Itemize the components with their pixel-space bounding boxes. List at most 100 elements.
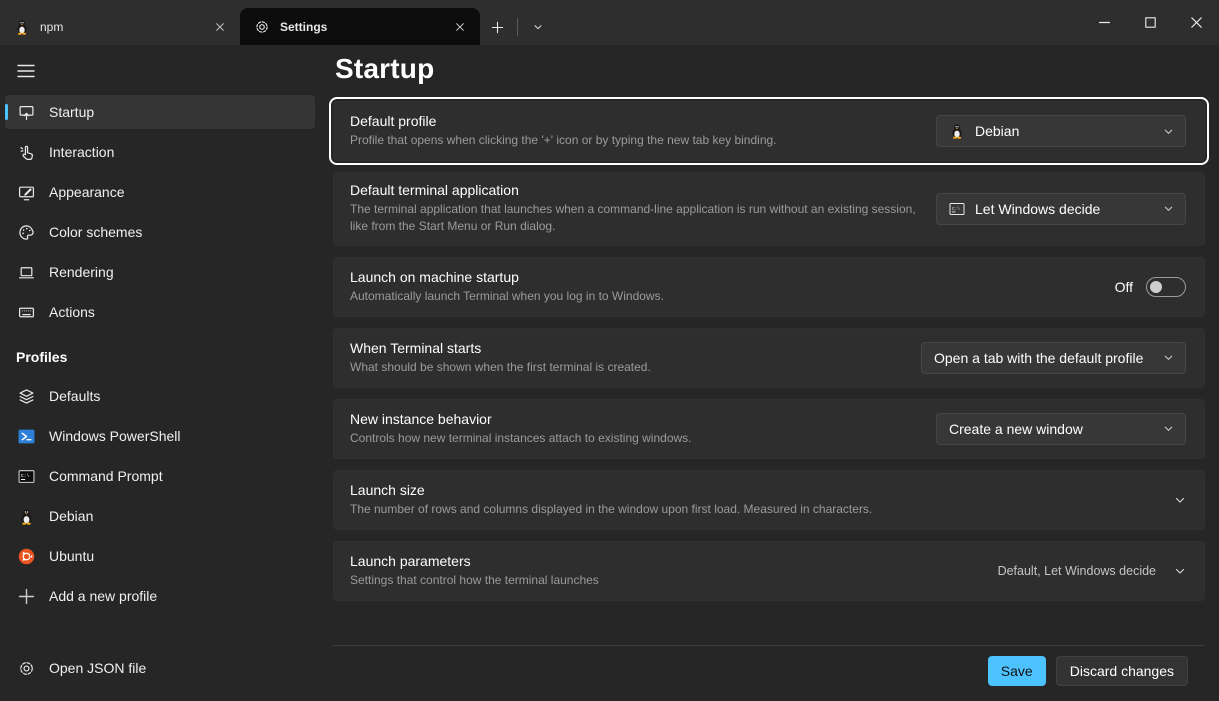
setting-subtitle: The number of rows and columns displayed… bbox=[350, 501, 940, 518]
dropdown-value: Debian bbox=[975, 123, 1019, 139]
toggle-state-label: Off bbox=[1115, 279, 1133, 295]
sidebar-item-label: Startup bbox=[49, 104, 94, 120]
page-title: Startup bbox=[335, 53, 1205, 85]
sidebar-item-ubuntu[interactable]: Ubuntu bbox=[5, 539, 315, 573]
tab-dropdown-button[interactable] bbox=[523, 13, 553, 41]
sidebar-item-debian[interactable]: Debian bbox=[5, 499, 315, 533]
expander-chevron-down-icon[interactable] bbox=[1174, 494, 1186, 506]
open-json-file-button[interactable]: Open JSON file bbox=[5, 651, 315, 685]
chevron-down-icon bbox=[1163, 352, 1174, 363]
setting-row-launch-on-machine-startup[interactable]: Launch on machine startup Automatically … bbox=[333, 257, 1205, 317]
sidebar-item-interaction[interactable]: Interaction bbox=[5, 135, 315, 169]
default-terminal-application-dropdown[interactable]: C:\ Let Windows decide bbox=[936, 193, 1186, 225]
setting-title: Launch on machine startup bbox=[350, 269, 1095, 285]
actions-icon bbox=[16, 302, 36, 322]
minimize-icon bbox=[1099, 17, 1110, 28]
sidebar-item-appearance[interactable]: Appearance bbox=[5, 175, 315, 209]
close-icon bbox=[1191, 17, 1202, 28]
save-button[interactable]: Save bbox=[988, 656, 1046, 686]
window-controls bbox=[1081, 0, 1219, 45]
titlebar-drag-region bbox=[555, 0, 1081, 45]
chevron-down-icon bbox=[1163, 126, 1174, 137]
terminal-window-icon: C:\ bbox=[949, 201, 965, 217]
dropdown-value: Open a tab with the default profile bbox=[934, 350, 1143, 366]
setting-row-new-instance-behavior[interactable]: New instance behavior Controls how new t… bbox=[333, 399, 1205, 459]
when-terminal-starts-dropdown[interactable]: Open a tab with the default profile bbox=[921, 342, 1186, 374]
sidebar-item-actions[interactable]: Actions bbox=[5, 295, 315, 329]
sidebar-item-add-new-profile[interactable]: Add a new profile bbox=[5, 579, 315, 613]
minimize-button[interactable] bbox=[1081, 0, 1127, 45]
close-tab-icon[interactable] bbox=[448, 15, 472, 39]
chevron-down-icon bbox=[1163, 423, 1174, 434]
ubuntu-icon bbox=[16, 546, 36, 566]
launch-on-startup-toggle[interactable] bbox=[1146, 277, 1186, 297]
sidebar-item-defaults[interactable]: Defaults bbox=[5, 379, 315, 413]
setting-title: Launch size bbox=[350, 482, 1154, 498]
gear-icon bbox=[254, 19, 270, 35]
sidebar-item-label: Color schemes bbox=[49, 224, 142, 240]
sidebar-item-label: Actions bbox=[49, 304, 95, 320]
settings-sidebar: Startup Interaction Appearance bbox=[0, 45, 320, 701]
maximize-icon bbox=[1145, 17, 1156, 28]
chevron-down-icon bbox=[533, 22, 543, 32]
setting-row-when-terminal-starts[interactable]: When Terminal starts What should be show… bbox=[333, 328, 1205, 388]
sidebar-item-label: Defaults bbox=[49, 388, 100, 404]
setting-row-launch-parameters[interactable]: Launch parameters Settings that control … bbox=[333, 541, 1205, 601]
layers-icon bbox=[16, 386, 36, 406]
tab-bar: npm Settings bbox=[0, 0, 555, 45]
new-tab-button[interactable] bbox=[482, 13, 512, 41]
tab-npm[interactable]: npm bbox=[0, 8, 240, 45]
save-bar: Save Discard changes bbox=[333, 645, 1205, 701]
close-tab-icon[interactable] bbox=[208, 15, 232, 39]
navigation-menu-button[interactable] bbox=[8, 55, 44, 87]
appearance-icon bbox=[16, 182, 36, 202]
interaction-icon bbox=[16, 142, 36, 162]
setting-text: Launch parameters Settings that control … bbox=[350, 553, 998, 589]
expander-value: Default, Let Windows decide bbox=[998, 564, 1156, 578]
setting-row-default-profile[interactable]: Default profile Profile that opens when … bbox=[333, 101, 1205, 161]
setting-subtitle: The terminal application that launches w… bbox=[350, 201, 916, 236]
setting-title: When Terminal starts bbox=[350, 340, 901, 356]
titlebar: npm Settings bbox=[0, 0, 1219, 45]
sidebar-item-color-schemes[interactable]: Color schemes bbox=[5, 215, 315, 249]
startup-icon bbox=[16, 102, 36, 122]
discard-changes-button[interactable]: Discard changes bbox=[1056, 656, 1188, 686]
default-profile-dropdown[interactable]: Debian bbox=[936, 115, 1186, 147]
selection-indicator bbox=[5, 104, 8, 120]
setting-text: Launch on machine startup Automatically … bbox=[350, 269, 1115, 305]
gear-icon bbox=[16, 658, 36, 678]
setting-text: New instance behavior Controls how new t… bbox=[350, 411, 936, 447]
sidebar-item-label: Appearance bbox=[49, 184, 125, 200]
sidebar-nav: Startup Interaction Appearance bbox=[0, 95, 320, 651]
setting-text: Launch size The number of rows and colum… bbox=[350, 482, 1174, 518]
sidebar-item-label: Add a new profile bbox=[49, 588, 157, 604]
color-schemes-icon bbox=[16, 222, 36, 242]
sidebar-item-label: Debian bbox=[49, 508, 93, 524]
sidebar-item-command-prompt[interactable]: C:\ Command Prompt bbox=[5, 459, 315, 493]
hamburger-icon bbox=[17, 64, 35, 78]
toggle-knob bbox=[1150, 281, 1162, 293]
tabbar-divider bbox=[517, 18, 518, 36]
sidebar-item-label: Rendering bbox=[49, 264, 114, 280]
expander-chevron-down-icon[interactable] bbox=[1174, 565, 1186, 577]
sidebar-item-label: Open JSON file bbox=[49, 660, 146, 676]
sidebar-item-windows-powershell[interactable]: Windows PowerShell bbox=[5, 419, 315, 453]
setting-title: Default profile bbox=[350, 113, 916, 129]
tab-label: npm bbox=[40, 20, 198, 34]
sidebar-item-label: Command Prompt bbox=[49, 468, 163, 484]
setting-row-launch-size[interactable]: Launch size The number of rows and colum… bbox=[333, 470, 1205, 530]
sidebar-item-rendering[interactable]: Rendering bbox=[5, 255, 315, 289]
sidebar-item-startup[interactable]: Startup bbox=[5, 95, 315, 129]
setting-subtitle: Automatically launch Terminal when you l… bbox=[350, 288, 940, 305]
tux-icon bbox=[16, 506, 36, 526]
tux-icon bbox=[14, 19, 30, 35]
setting-text: Default terminal application The termina… bbox=[350, 182, 936, 236]
maximize-button[interactable] bbox=[1127, 0, 1173, 45]
plus-icon bbox=[490, 20, 505, 35]
new-instance-behavior-dropdown[interactable]: Create a new window bbox=[936, 413, 1186, 445]
tab-settings[interactable]: Settings bbox=[240, 8, 480, 45]
powershell-icon bbox=[16, 426, 36, 446]
close-window-button[interactable] bbox=[1173, 0, 1219, 45]
setting-row-default-terminal-application[interactable]: Default terminal application The termina… bbox=[333, 172, 1205, 246]
tux-icon bbox=[949, 123, 965, 139]
